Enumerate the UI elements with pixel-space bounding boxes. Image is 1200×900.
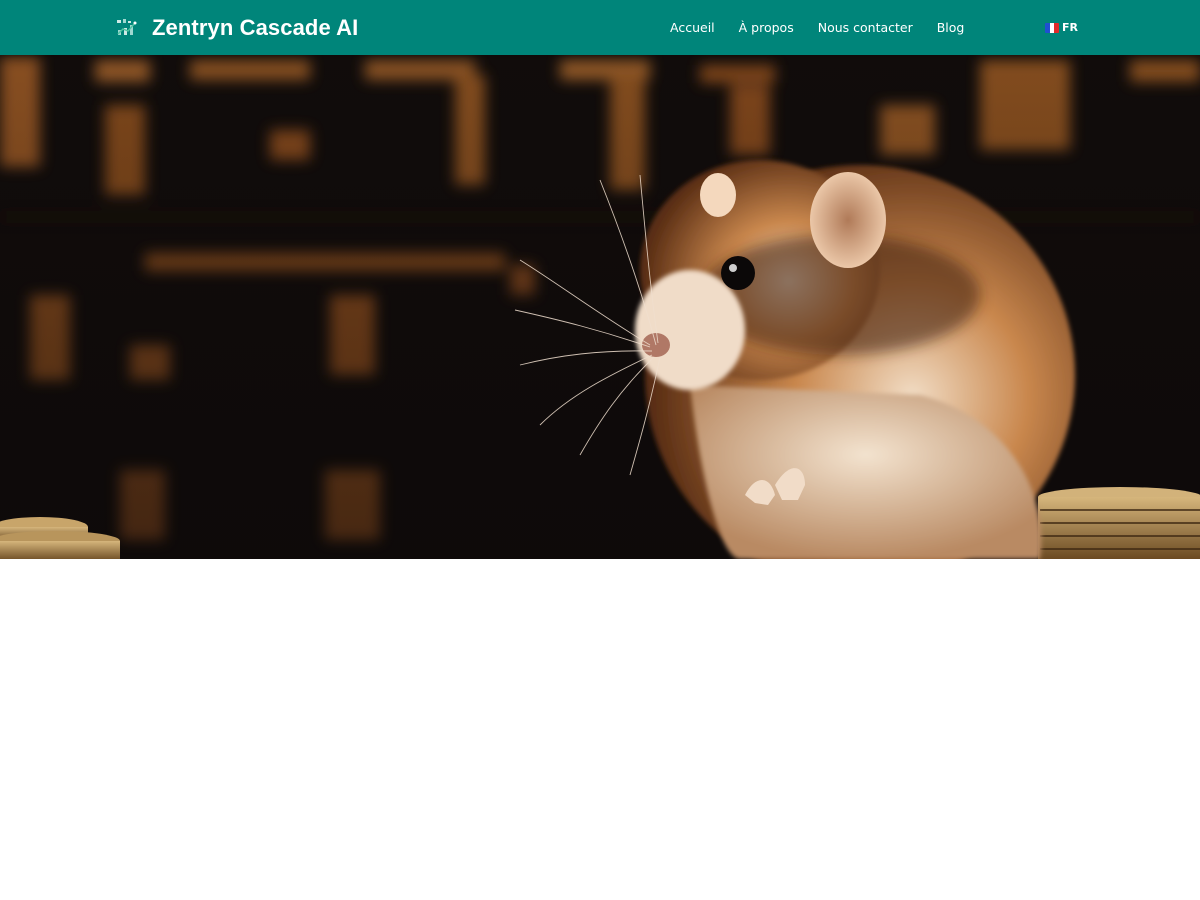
- main-nav: Accueil À propos Nous contacter Blog: [658, 0, 976, 55]
- top-navbar: Zentryn Cascade AI Accueil À propos Nous…: [0, 0, 1200, 55]
- language-selector[interactable]: FR: [1045, 0, 1078, 55]
- nav-link-nous-contacter[interactable]: Nous contacter: [806, 0, 925, 55]
- language-code: FR: [1062, 21, 1078, 34]
- france-flag-icon: [1045, 22, 1059, 33]
- nav-link-a-propos[interactable]: À propos: [727, 0, 806, 55]
- brand-link[interactable]: Zentryn Cascade AI: [116, 0, 358, 55]
- brand-name: Zentryn Cascade AI: [152, 14, 359, 40]
- hero-banner: [0, 55, 1200, 559]
- nav-link-blog[interactable]: Blog: [925, 0, 977, 55]
- hamster-coins-image: [0, 55, 1200, 559]
- nav-link-accueil[interactable]: Accueil: [658, 0, 727, 55]
- coin-stack-right: [1038, 487, 1200, 559]
- chart-logo-icon: [117, 18, 137, 35]
